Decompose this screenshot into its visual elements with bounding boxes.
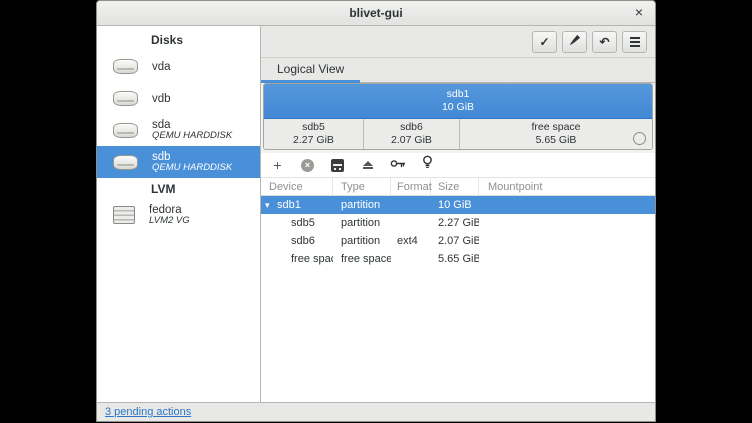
partition-block-sdb6[interactable]: sdb6 2.07 GiB bbox=[364, 119, 460, 149]
blivet-gui-window: blivet-gui × Disks vda vdb sda QEMU HARD… bbox=[96, 0, 656, 422]
harddisk-icon bbox=[113, 123, 138, 138]
partition-block-sdb5[interactable]: sdb5 2.27 GiB bbox=[264, 119, 364, 149]
menu-button[interactable] bbox=[622, 31, 647, 53]
delete-partition-button[interactable]: × bbox=[300, 157, 315, 173]
column-header-mountpoint[interactable]: Mountpoint bbox=[479, 178, 655, 195]
add-partition-button[interactable]: + bbox=[270, 157, 285, 173]
tab-strip: Logical View bbox=[261, 58, 655, 83]
partition-size: 10 GiB bbox=[442, 101, 474, 114]
expander-icon[interactable]: ▾ bbox=[265, 200, 277, 211]
device-label: vda bbox=[152, 61, 171, 73]
table-row-sdb5[interactable]: sdb5 partition 2.27 GiB bbox=[261, 214, 655, 232]
device-label: vdb bbox=[152, 93, 171, 105]
column-header-type[interactable]: Type bbox=[333, 178, 391, 195]
table-empty-area bbox=[261, 268, 655, 402]
brush-icon bbox=[568, 34, 581, 50]
cell-type: partition bbox=[333, 199, 391, 211]
partition-block-sdb1[interactable]: sdb1 10 GiB bbox=[264, 84, 652, 119]
window-title: blivet-gui bbox=[97, 6, 655, 20]
cell-device: sdb5 bbox=[291, 217, 315, 229]
cell-type: partition bbox=[333, 217, 391, 229]
sidebar-item-fedora[interactable]: fedora LVM2 VG bbox=[97, 199, 260, 231]
unmount-button[interactable] bbox=[360, 157, 375, 173]
partition-block-free-space[interactable]: free space 5.65 GiB bbox=[460, 119, 652, 149]
delete-icon: × bbox=[301, 159, 314, 172]
device-subtitle: QEMU HARDDISK bbox=[152, 163, 232, 173]
column-header-format[interactable]: Format bbox=[391, 178, 431, 195]
cell-format: ext4 bbox=[391, 235, 431, 247]
table-header: Device Type Format Size Mountpoint bbox=[261, 177, 655, 196]
cell-device: sdb6 bbox=[291, 235, 315, 247]
partition-name: free space bbox=[531, 121, 580, 134]
sidebar-header-disks: Disks bbox=[97, 29, 260, 50]
partition-actions-toolbar: + × bbox=[261, 153, 655, 177]
tab-logical-view[interactable]: Logical View bbox=[261, 58, 360, 83]
sidebar-item-vda[interactable]: vda bbox=[97, 50, 260, 82]
harddisk-icon bbox=[113, 59, 138, 74]
partition-name: sdb5 bbox=[302, 121, 325, 134]
info-button[interactable] bbox=[420, 157, 435, 173]
pending-actions-link[interactable]: 3 pending actions bbox=[105, 406, 191, 418]
main-panel: ✓ ↶ Logical View bbox=[261, 26, 655, 402]
cell-size: 2.07 GiB bbox=[431, 235, 479, 247]
lvm-volume-group-icon bbox=[113, 206, 135, 224]
cell-device: sdb1 bbox=[277, 199, 301, 211]
main-toolbar: ✓ ↶ bbox=[261, 26, 655, 58]
device-subtitle: QEMU HARDDISK bbox=[152, 131, 232, 141]
cell-type: free space bbox=[333, 253, 391, 265]
cell-size: 5.65 GiB bbox=[431, 253, 479, 265]
unlock-key-icon bbox=[390, 156, 406, 174]
cell-size: 10 GiB bbox=[431, 199, 479, 211]
sidebar-item-vdb[interactable]: vdb bbox=[97, 82, 260, 114]
partition-size: 5.65 GiB bbox=[536, 134, 577, 147]
table-row-sdb1[interactable]: ▾ sdb1 partition 10 GiB bbox=[261, 196, 655, 214]
cell-device: free space bbox=[291, 253, 333, 265]
busy-indicator-circle bbox=[633, 132, 646, 145]
check-icon: ✓ bbox=[539, 35, 549, 49]
hamburger-menu-icon bbox=[630, 37, 640, 47]
partition-size: 2.27 GiB bbox=[293, 134, 334, 147]
sidebar-item-sda[interactable]: sda QEMU HARDDISK bbox=[97, 114, 260, 146]
add-icon: + bbox=[273, 157, 281, 173]
titlebar: blivet-gui × bbox=[97, 1, 655, 26]
column-header-size[interactable]: Size bbox=[431, 178, 479, 195]
apply-button[interactable]: ✓ bbox=[532, 31, 557, 53]
cell-size: 2.27 GiB bbox=[431, 217, 479, 229]
partition-name: sdb1 bbox=[447, 88, 470, 101]
eject-icon bbox=[363, 161, 373, 169]
table-row-sdb6[interactable]: sdb6 partition ext4 2.07 GiB bbox=[261, 232, 655, 250]
edit-partition-button[interactable] bbox=[330, 157, 345, 173]
partition-diagram: sdb1 10 GiB sdb5 2.27 GiB sdb6 2.07 GiB bbox=[263, 83, 653, 150]
partition-size: 2.07 GiB bbox=[391, 134, 432, 147]
decrypt-button[interactable] bbox=[390, 157, 405, 173]
table-row-free-space[interactable]: free space free space 5.65 GiB bbox=[261, 250, 655, 268]
harddisk-icon bbox=[113, 91, 138, 106]
device-sidebar: Disks vda vdb sda QEMU HARDDISK sdb bbox=[97, 26, 261, 402]
lightbulb-info-icon bbox=[422, 155, 433, 175]
undo-arrow-icon: ↶ bbox=[599, 35, 609, 49]
column-header-device[interactable]: Device bbox=[261, 178, 333, 195]
clear-actions-button[interactable] bbox=[562, 31, 587, 53]
statusbar: 3 pending actions bbox=[97, 402, 655, 421]
edit-icon bbox=[331, 159, 344, 172]
sidebar-header-lvm: LVM bbox=[97, 178, 260, 199]
close-button[interactable]: × bbox=[629, 2, 649, 22]
partition-name: sdb6 bbox=[400, 121, 423, 134]
cell-type: partition bbox=[333, 235, 391, 247]
undo-button[interactable]: ↶ bbox=[592, 31, 617, 53]
logical-view-area: sdb1 10 GiB sdb5 2.27 GiB sdb6 2.07 GiB bbox=[261, 83, 655, 153]
harddisk-icon bbox=[113, 155, 138, 170]
sidebar-item-sdb[interactable]: sdb QEMU HARDDISK bbox=[97, 146, 260, 178]
device-subtitle: LVM2 VG bbox=[149, 216, 190, 226]
